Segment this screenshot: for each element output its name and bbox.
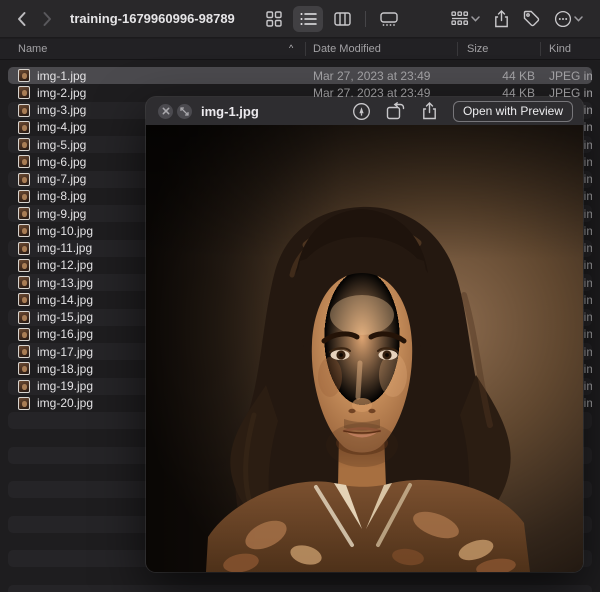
- toolbar-separator: [365, 11, 366, 27]
- file-name-cell: img-1.jpg: [8, 69, 305, 83]
- file-thumbnail-icon: [18, 207, 30, 220]
- file-name: img-11.jpg: [37, 241, 92, 255]
- list-view-button[interactable]: [293, 6, 323, 32]
- file-thumbnail-icon: [18, 397, 30, 410]
- column-view-button[interactable]: [327, 6, 357, 32]
- rotate-left-icon[interactable]: [383, 100, 409, 122]
- file-thumbnail-icon: [18, 345, 30, 358]
- file-name: img-3.jpg: [37, 103, 86, 117]
- expand-fullscreen-icon[interactable]: [177, 104, 192, 119]
- file-name: img-10.jpg: [37, 224, 93, 238]
- chevron-down-icon: [574, 16, 583, 22]
- file-date-modified: Mar 27, 2023 at 23:49: [305, 69, 457, 83]
- file-thumbnail-icon: [18, 173, 30, 186]
- file-name: img-20.jpg: [37, 396, 93, 410]
- close-icon[interactable]: [158, 104, 173, 119]
- column-divider[interactable]: [305, 42, 306, 56]
- markup-pen-icon[interactable]: [349, 100, 375, 122]
- file-name: img-1.jpg: [37, 69, 86, 83]
- sort-ascending-icon[interactable]: ^: [289, 43, 293, 53]
- file-kind: JPEG image: [540, 69, 592, 83]
- file-thumbnail-icon: [18, 293, 30, 306]
- file-name: img-12.jpg: [37, 258, 93, 272]
- view-switcher: [257, 6, 406, 32]
- icon-view-button[interactable]: [259, 6, 289, 32]
- file-name: img-16.jpg: [37, 327, 93, 341]
- quicklook-titlebar[interactable]: img-1.jpg: [146, 97, 583, 125]
- file-thumbnail-icon: [18, 362, 30, 375]
- preview-image: [146, 125, 583, 572]
- window-title: training-1679960996-98789...: [70, 11, 235, 26]
- file-name: img-6.jpg: [37, 155, 86, 169]
- empty-row: [8, 585, 592, 592]
- toolbar: training-1679960996-98789...: [0, 0, 600, 38]
- file-name: img-9.jpg: [37, 207, 86, 221]
- file-thumbnail-icon: [18, 155, 30, 168]
- file-name: img-19.jpg: [37, 379, 93, 393]
- file-name: img-7.jpg: [37, 172, 86, 186]
- column-divider[interactable]: [540, 42, 541, 56]
- group-by-button[interactable]: [444, 6, 487, 32]
- file-thumbnail-icon: [18, 328, 30, 341]
- share-icon[interactable]: [417, 100, 443, 122]
- toolbar-actions: [444, 6, 590, 32]
- portrait-photo: [146, 125, 583, 572]
- column-header-size[interactable]: Size: [467, 43, 488, 55]
- quicklook-window: img-1.jpg: [146, 97, 583, 572]
- file-thumbnail-icon: [18, 104, 30, 117]
- file-thumbnail-icon: [18, 242, 30, 255]
- file-name: img-2.jpg: [37, 86, 86, 100]
- tag-button[interactable]: [516, 6, 547, 32]
- open-with-preview-button[interactable]: Open with Preview: [453, 101, 573, 122]
- file-size: 44 KB: [457, 69, 540, 83]
- file-name: img-14.jpg: [37, 293, 93, 307]
- file-name: img-5.jpg: [37, 138, 86, 152]
- file-thumbnail-icon: [18, 224, 30, 237]
- more-actions-button[interactable]: [547, 6, 590, 32]
- file-thumbnail-icon: [18, 86, 30, 99]
- gallery-view-button[interactable]: [374, 6, 404, 32]
- file-name: img-18.jpg: [37, 362, 93, 376]
- column-header-kind[interactable]: Kind: [549, 43, 571, 55]
- file-thumbnail-icon: [18, 311, 30, 324]
- column-divider[interactable]: [457, 42, 458, 56]
- quicklook-title: img-1.jpg: [201, 104, 259, 119]
- forward-button[interactable]: [34, 6, 60, 32]
- file-name: img-13.jpg: [37, 276, 93, 290]
- file-thumbnail-icon: [18, 276, 30, 289]
- file-thumbnail-icon: [18, 259, 30, 272]
- file-thumbnail-icon: [18, 121, 30, 134]
- column-header-date-modified[interactable]: Date Modified: [313, 43, 381, 55]
- file-name: img-8.jpg: [37, 189, 86, 203]
- file-name: img-15.jpg: [37, 310, 93, 324]
- file-name: img-17.jpg: [37, 345, 93, 359]
- file-row[interactable]: img-1.jpg Mar 27, 2023 at 23:4944 KBJPEG …: [8, 67, 592, 84]
- back-button[interactable]: [8, 6, 34, 32]
- file-thumbnail-icon: [18, 380, 30, 393]
- file-thumbnail-icon: [18, 138, 30, 151]
- quicklook-actions: Open with Preview: [341, 100, 575, 122]
- finder-window: training-1679960996-98789...: [0, 0, 600, 592]
- column-header-row: Name ^ Date Modified Size Kind: [0, 39, 600, 60]
- column-header-name[interactable]: Name: [18, 43, 47, 55]
- file-name: img-4.jpg: [37, 120, 86, 134]
- file-thumbnail-icon: [18, 190, 30, 203]
- file-thumbnail-icon: [18, 69, 30, 82]
- share-button[interactable]: [487, 6, 516, 32]
- chevron-down-icon: [471, 16, 480, 22]
